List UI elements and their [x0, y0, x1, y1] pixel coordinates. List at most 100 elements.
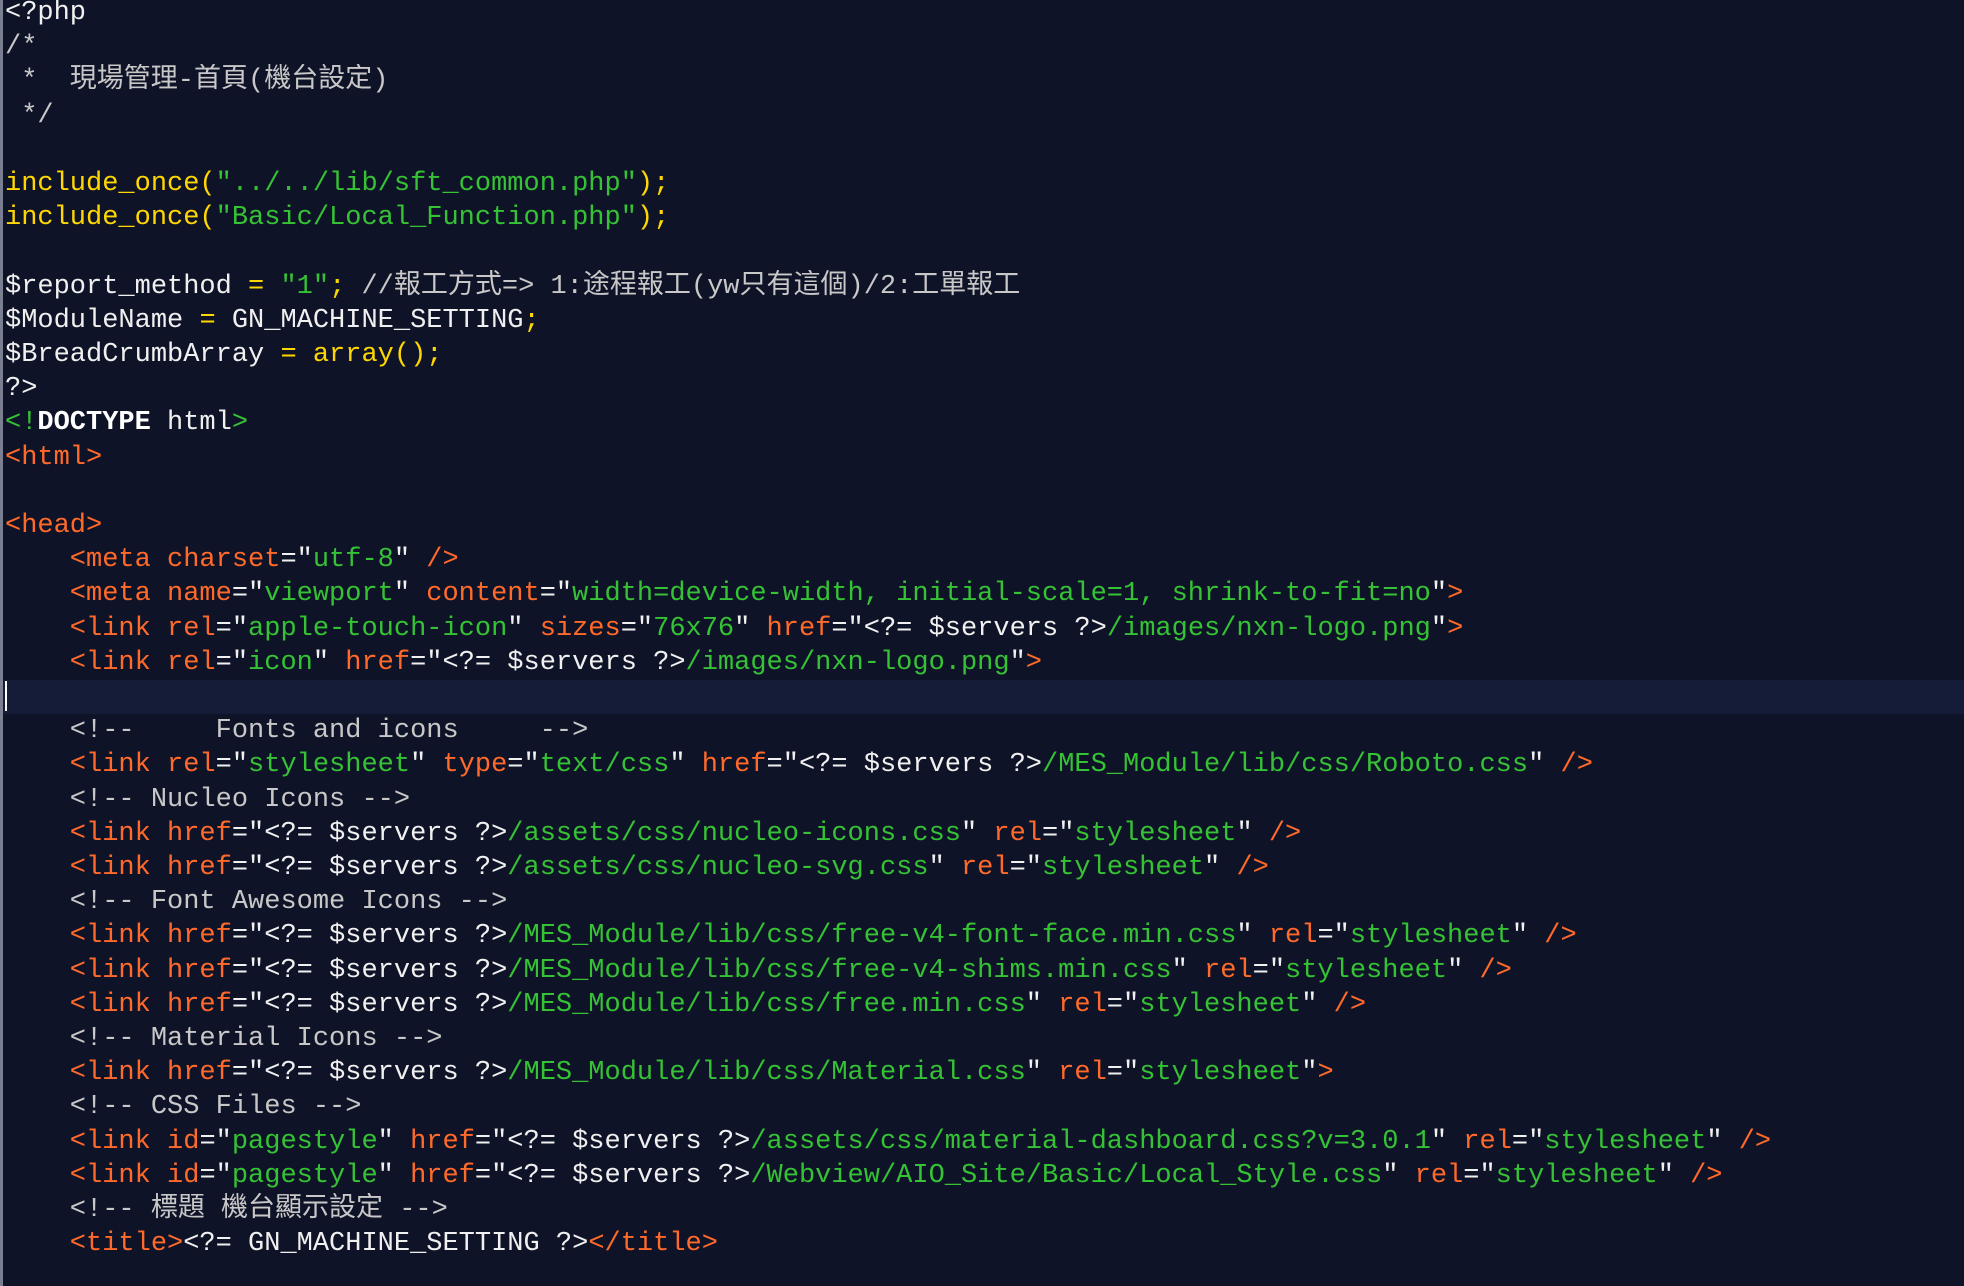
code-token: rel: [167, 750, 216, 781]
code-line[interactable]: <meta name="viewport" content="width=dev…: [3, 577, 1964, 611]
code-line[interactable]: $report_method = "1"; //報工方式=> 1:途程報工(yw…: [3, 270, 1964, 304]
code-token: stylesheet: [1074, 818, 1237, 849]
code-editor[interactable]: <?php/* * 現場管理-首頁(機台設定) */ include_once("…: [0, 0, 1964, 1286]
code-line[interactable]: <!-- CSS Files -->: [3, 1090, 1964, 1124]
code-token: $BreadCrumbArray: [5, 340, 281, 370]
code-token: <link: [5, 989, 168, 1020]
code-token: ="<?= $servers ?>: [231, 1058, 508, 1089]
code-line[interactable]: <link href="<?= $servers ?>/assets/css/n…: [3, 817, 1964, 851]
code-token: =: [280, 340, 313, 370]
code-token: ": [1171, 955, 1205, 986]
code-token: ": [1511, 921, 1545, 952]
code-line[interactable]: $BreadCrumbArray = array();: [3, 338, 1964, 372]
code-line[interactable]: <link href="<?= $servers ?>/MES_Module/l…: [3, 954, 1964, 988]
code-line[interactable]: <link href="<?= $servers ?>/assets/css/n…: [3, 851, 1964, 885]
code-token: ": [1447, 955, 1480, 986]
code-token: ": [377, 1160, 411, 1191]
code-token: href: [410, 1126, 475, 1157]
code-token: =": [507, 750, 540, 781]
code-token: rel: [960, 853, 1010, 883]
code-token: />: [1690, 1160, 1723, 1191]
code-token: ": [1430, 613, 1448, 644]
code-token: =": [1106, 1058, 1140, 1089]
code-token: ": [1025, 1058, 1059, 1089]
code-token: ": [1236, 921, 1269, 952]
code-token: $ModuleName: [5, 305, 200, 336]
code-token: );: [636, 169, 670, 199]
code-token: ": [1236, 818, 1269, 849]
code-token: stylesheet: [1139, 1058, 1302, 1089]
code-token: <meta: [5, 579, 168, 610]
code-token: text/css: [539, 750, 670, 781]
code-line[interactable]: ?>: [3, 372, 1964, 406]
code-token: ": [1430, 579, 1448, 610]
code-token: ": [1528, 750, 1561, 781]
code-token: viewport: [264, 579, 394, 610]
code-token: /MES_Module/lib/css/free-v4-font-face.mi…: [507, 921, 1237, 952]
code-line[interactable]: [3, 133, 1964, 167]
code-line[interactable]: <link href="<?= $servers ?>/MES_Module/l…: [3, 988, 1964, 1022]
code-token: $report_method: [5, 271, 249, 302]
code-line[interactable]: $ModuleName = GN_MACHINE_SETTING;: [3, 304, 1964, 338]
code-token: /MES_Module/lib/css/Material.css: [507, 1058, 1026, 1089]
code-token: ": [960, 818, 994, 849]
code-line[interactable]: <link rel="apple-touch-icon" sizes="76x7…: [3, 612, 1964, 646]
code-token: =": [539, 579, 573, 610]
code-line[interactable]: include_once("Basic/Local_Function.php")…: [3, 201, 1964, 235]
code-line[interactable]: */: [3, 99, 1964, 133]
code-token: =: [248, 271, 281, 302]
code-line[interactable]: <?php: [3, 0, 1964, 30]
code-token: id: [167, 1126, 200, 1157]
code-token: />: [1268, 818, 1302, 849]
code-token: />: [426, 545, 459, 576]
code-line[interactable]: <head>: [3, 509, 1964, 543]
code-line[interactable]: <link href="<?= $servers ?>/MES_Module/l…: [3, 1056, 1964, 1090]
code-token: >: [1317, 1058, 1334, 1089]
code-line[interactable]: <link id="pagestyle" href="<?= $servers …: [3, 1159, 1964, 1193]
code-token: </title>: [588, 1229, 718, 1260]
code-token: href: [766, 613, 832, 644]
code-token: ": [928, 853, 961, 883]
code-token: stylesheet: [1139, 989, 1302, 1020]
code-token: =": [1463, 1160, 1496, 1191]
code-token: stylesheet: [1285, 955, 1448, 986]
code-token: href: [167, 921, 232, 952]
code-token: ": [312, 647, 346, 678]
code-line[interactable]: <link id="pagestyle" href="<?= $servers …: [3, 1125, 1964, 1159]
code-token: stylesheet: [1349, 921, 1512, 952]
code-line[interactable]: <!-- Fonts and icons -->: [3, 714, 1964, 748]
code-line[interactable]: <link rel="stylesheet" type="text/css" h…: [3, 748, 1964, 782]
code-line[interactable]: <html>: [3, 441, 1964, 475]
code-line[interactable]: include_once("../../lib/sft_common.php")…: [3, 167, 1964, 201]
code-token: ": [1430, 1126, 1464, 1157]
code-line[interactable]: [3, 680, 1964, 714]
code-line[interactable]: <meta charset="utf-8" />: [3, 543, 1964, 577]
code-token: rel: [167, 613, 216, 644]
code-token: ?>: [5, 374, 38, 405]
code-line[interactable]: <title><?= GN_MACHINE_SETTING ?></title>: [3, 1227, 1964, 1261]
code-line[interactable]: * 現場管理-首頁(機台設定): [3, 64, 1964, 98]
code-line[interactable]: <!-- Font Awesome Icons -->: [3, 885, 1964, 919]
code-line[interactable]: <!-- Nucleo Icons -->: [3, 783, 1964, 817]
code-line[interactable]: [3, 475, 1964, 509]
code-line[interactable]: <link rel="icon" href="<?= $servers ?>/i…: [3, 646, 1964, 680]
code-token: <?= GN_MACHINE_SETTING ?>: [183, 1229, 589, 1260]
code-line[interactable]: <!DOCTYPE html>: [3, 406, 1964, 440]
code-token: /MES_Module/lib/css/Roboto.css: [1042, 750, 1529, 781]
code-line[interactable]: [3, 235, 1964, 269]
code-token: charset: [167, 545, 281, 576]
code-token: <?php: [5, 0, 87, 28]
code-line[interactable]: <!-- Material Icons -->: [3, 1022, 1964, 1056]
code-token: ": [1301, 1058, 1318, 1089]
code-token: <link: [5, 1058, 168, 1089]
code-token: =": [1106, 989, 1140, 1020]
code-line[interactable]: <!-- 標題 機台顯示設定 -->: [3, 1193, 1964, 1227]
code-line[interactable]: <link href="<?= $servers ?>/MES_Module/l…: [3, 919, 1964, 953]
code-token: <meta: [5, 545, 168, 576]
code-token: /MES_Module/lib/css/free-v4-shims.min.cs…: [507, 955, 1172, 986]
code-token: rel: [993, 818, 1042, 849]
code-line[interactable]: /*: [3, 30, 1964, 64]
code-token: 76x76: [653, 613, 735, 644]
code-token: /images/nxn-logo.png: [1106, 613, 1431, 644]
code-token: >: [1025, 647, 1042, 678]
